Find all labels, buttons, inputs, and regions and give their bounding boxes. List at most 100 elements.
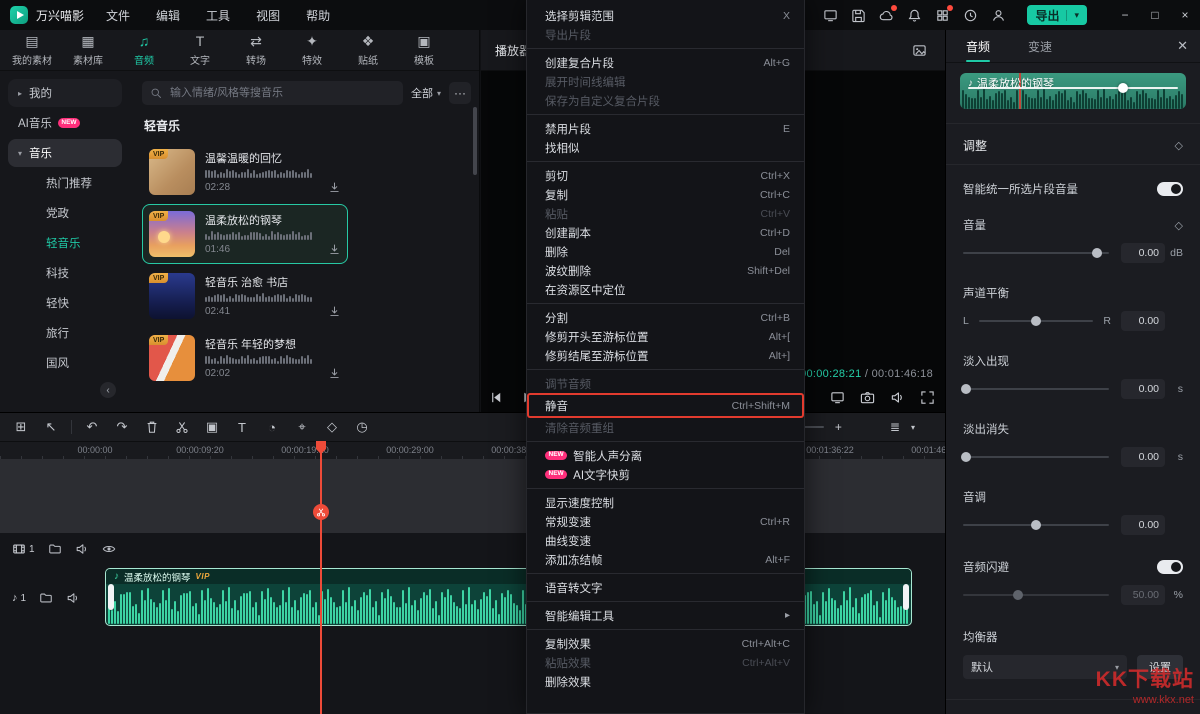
context-menu-item[interactable]: 显示速度控制	[527, 493, 804, 512]
keyframe-diamond-icon[interactable]: ◇	[1175, 219, 1183, 232]
music-list-item[interactable]: VIP轻音乐 年轻的梦想02:02	[142, 328, 348, 388]
download-icon[interactable]	[328, 243, 341, 256]
context-menu-item[interactable]: 静音Ctrl+Shift+M	[527, 393, 804, 418]
category-item[interactable]: 轻快	[8, 289, 122, 317]
context-menu-item[interactable]: 复制效果Ctrl+Alt+C	[527, 634, 804, 653]
user-icon[interactable]	[991, 8, 1006, 23]
context-menu-item[interactable]: 语音转文字	[527, 578, 804, 597]
search-field[interactable]	[168, 86, 395, 100]
chevron-down-icon[interactable]: ▾	[1066, 10, 1079, 21]
trim-handle-left[interactable]	[108, 584, 114, 610]
close-icon[interactable]: ✕	[1177, 30, 1188, 62]
eye-icon[interactable]	[102, 542, 116, 556]
volume-value[interactable]: 0.00	[1121, 243, 1165, 263]
context-menu-item[interactable]: 剪切Ctrl+X	[527, 166, 804, 185]
apps-icon[interactable]	[935, 8, 950, 23]
crop-icon[interactable]: ▣	[197, 413, 227, 441]
media-tab-audio[interactable]: ♫音频	[116, 34, 172, 67]
menubar-item[interactable]: 帮助	[306, 7, 330, 24]
media-tab-sticker[interactable]: ❖贴纸	[340, 34, 396, 67]
delete-icon[interactable]	[137, 413, 167, 441]
media-bin-icon[interactable]: ⊞	[6, 413, 36, 441]
menubar-item[interactable]: 工具	[206, 7, 230, 24]
layout-icon[interactable]	[823, 8, 838, 23]
context-menu-item[interactable]: 常规变速Ctrl+R	[527, 512, 804, 531]
cut-scissors-icon[interactable]	[313, 504, 329, 520]
fade-in-value[interactable]: 0.00	[1121, 379, 1165, 399]
keyframe-diamond-icon[interactable]: ◇	[1175, 139, 1183, 152]
add-text-icon[interactable]: T	[227, 413, 257, 441]
marker-icon[interactable]: ⌖	[287, 413, 317, 441]
undo-icon[interactable]: ↶	[77, 413, 107, 441]
menubar-item[interactable]: 文件	[106, 7, 130, 24]
cloud-sync-icon[interactable]	[879, 8, 894, 23]
display-icon[interactable]	[830, 390, 845, 405]
music-list-item[interactable]: VIP温馨温暖的回忆02:28	[142, 142, 348, 202]
preview-image-icon[interactable]	[912, 43, 927, 58]
audio-clip-card[interactable]: ♪ 温柔放松的钢琴	[960, 73, 1186, 109]
menubar-item[interactable]: 编辑	[156, 7, 180, 24]
download-icon[interactable]	[328, 367, 341, 380]
select-tool-icon[interactable]: ↖	[36, 413, 66, 441]
category-item[interactable]: 热门推荐	[8, 169, 122, 197]
snapshot-icon[interactable]	[860, 390, 875, 405]
context-menu-item[interactable]: NEW智能人声分离	[527, 446, 804, 465]
context-menu-item[interactable]: 在资源区中定位	[527, 280, 804, 299]
maximize-button[interactable]: □	[1140, 0, 1170, 30]
category-item[interactable]: 科技	[8, 259, 122, 287]
context-menu-item[interactable]: 曲线变速	[527, 531, 804, 550]
trim-handle-right[interactable]	[903, 584, 909, 610]
tab-speed[interactable]: 变速	[1028, 30, 1052, 62]
context-menu-item[interactable]: NEWAI文字快剪	[527, 465, 804, 484]
speaker-icon[interactable]	[75, 542, 89, 556]
category-item[interactable]: 党政	[8, 199, 122, 227]
equalizer-preset-dropdown[interactable]: 默认▾	[963, 655, 1127, 679]
media-tab-effects[interactable]: ✦特效	[284, 34, 340, 67]
context-menu-item[interactable]: 修剪开头至游标位置Alt+[	[527, 327, 804, 346]
media-tab-transition[interactable]: ⇄转场	[228, 34, 284, 67]
context-menu-item[interactable]: 创建副本Ctrl+D	[527, 223, 804, 242]
media-tab-my-media[interactable]: ▤我的素材	[4, 34, 60, 67]
ducking-toggle[interactable]	[1157, 560, 1183, 574]
context-menu-item[interactable]: 波纹删除Shift+Del	[527, 261, 804, 280]
split-icon[interactable]	[167, 413, 197, 441]
smart-volume-toggle[interactable]	[1157, 182, 1183, 196]
context-menu-item[interactable]: 删除效果	[527, 672, 804, 691]
media-tab-stock-media[interactable]: ▦素材库	[60, 34, 116, 67]
music-list-item[interactable]: VIP轻音乐 治愈 书店02:41	[142, 266, 348, 326]
list-scrollbar[interactable]	[473, 107, 477, 175]
menubar-item[interactable]: 视图	[256, 7, 280, 24]
category-item[interactable]: 轻音乐	[8, 229, 122, 257]
category-item[interactable]: 国风	[8, 349, 122, 377]
category-item[interactable]: ▾音乐	[8, 139, 122, 167]
pitch-value[interactable]: 0.00	[1121, 515, 1165, 535]
context-menu-item[interactable]: 选择剪辑范围X	[527, 6, 804, 25]
bell-icon[interactable]	[907, 8, 922, 23]
search-input[interactable]	[142, 81, 403, 105]
filter-dropdown[interactable]: 全部▾	[411, 85, 441, 101]
save-icon[interactable]	[851, 8, 866, 23]
volume-slider[interactable]	[963, 252, 1109, 254]
music-list-item[interactable]: VIP温柔放松的钢琴01:46	[142, 204, 348, 264]
download-icon[interactable]	[328, 181, 341, 194]
context-menu-item[interactable]: 删除Del	[527, 242, 804, 261]
category-item[interactable]: ▸我的	[8, 79, 122, 107]
balance-slider[interactable]	[979, 320, 1094, 322]
category-item[interactable]: AI音乐NEW	[8, 109, 122, 137]
volume-icon[interactable]	[890, 390, 905, 405]
speed-icon[interactable]: ◔	[257, 413, 287, 441]
collapse-sidebar-icon[interactable]: ‹	[100, 382, 116, 398]
context-menu-item[interactable]: 创建复合片段Alt+G	[527, 53, 804, 72]
fade-out-slider[interactable]	[963, 456, 1109, 458]
pitch-slider[interactable]	[963, 524, 1109, 526]
context-menu-item[interactable]: 添加冻结帧Alt+F	[527, 550, 804, 569]
history-icon[interactable]	[963, 8, 978, 23]
chevron-down-icon[interactable]: ▾	[911, 423, 915, 432]
export-button[interactable]: 导出 ▾	[1027, 5, 1087, 25]
context-menu-item[interactable]: 禁用片段E	[527, 119, 804, 138]
close-button[interactable]: ×	[1170, 0, 1200, 30]
media-tab-template[interactable]: ▣模板	[396, 34, 452, 67]
more-options-icon[interactable]: ···	[449, 82, 471, 104]
skip-back-icon[interactable]	[489, 390, 504, 405]
card-trim-slider[interactable]	[968, 87, 1178, 89]
